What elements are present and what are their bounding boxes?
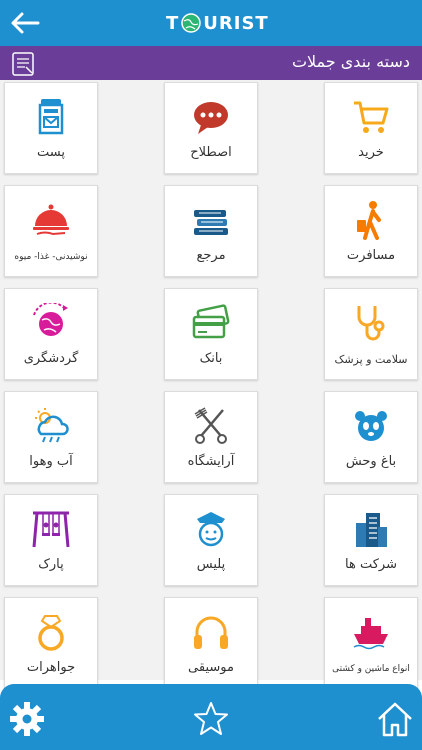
tile-vehicles[interactable]: انواع ماشین و کشتی bbox=[324, 597, 418, 689]
police-icon bbox=[197, 512, 225, 547]
globe-plane-icon bbox=[33, 303, 68, 336]
app-logo: T URIST bbox=[166, 10, 269, 36]
headphones-icon bbox=[194, 616, 228, 649]
tile-barber[interactable]: آرایشگاه bbox=[164, 391, 258, 483]
tile-label: مسافرت bbox=[346, 248, 396, 263]
buildings-icon bbox=[356, 513, 387, 547]
tile-label: گردشگری bbox=[23, 351, 79, 366]
food-cloche-icon bbox=[33, 204, 69, 236]
tile-label: مرجع bbox=[196, 248, 226, 263]
weather-icon bbox=[35, 408, 69, 443]
tile-label: خرید bbox=[358, 145, 384, 160]
mailbox-icon bbox=[38, 99, 64, 135]
tile-label: بانک bbox=[199, 351, 223, 366]
tile-weather[interactable]: آب وهوا bbox=[4, 391, 98, 483]
top-bar: T URIST bbox=[0, 0, 422, 46]
category-title: دسته بندی جملات bbox=[291, 52, 410, 71]
tile-travel[interactable]: مسافرت bbox=[324, 185, 418, 277]
traveler-icon bbox=[357, 201, 381, 240]
credit-card-icon bbox=[192, 304, 230, 339]
tile-post[interactable]: پست bbox=[4, 82, 98, 174]
tile-music[interactable]: موسیقی bbox=[164, 597, 258, 689]
settings-gear-icon[interactable] bbox=[8, 700, 46, 738]
tile-label: سلامت و پزشک bbox=[334, 353, 408, 366]
tile-reference[interactable]: مرجع bbox=[164, 185, 258, 277]
home-icon[interactable] bbox=[376, 700, 414, 738]
phrase-document-icon[interactable] bbox=[8, 51, 38, 77]
tile-bank[interactable]: بانک bbox=[164, 288, 258, 380]
bottom-nav-bar bbox=[0, 684, 422, 750]
tile-zoo[interactable]: باغ وحش bbox=[324, 391, 418, 483]
tile-label: پلیس bbox=[196, 557, 226, 572]
swing-icon bbox=[32, 511, 70, 548]
speech-bubble-icon bbox=[194, 102, 228, 134]
tile-label: جواهرات bbox=[26, 660, 76, 675]
category-bar: دسته بندی جملات bbox=[0, 46, 422, 80]
tile-police[interactable]: پلیس bbox=[164, 494, 258, 586]
tile-idioms[interactable]: اصطلاح bbox=[164, 82, 258, 174]
shopping-cart-icon bbox=[354, 101, 389, 133]
ship-icon bbox=[353, 618, 388, 650]
tile-label: پست bbox=[37, 145, 65, 160]
tile-health[interactable]: سلامت و پزشک bbox=[324, 288, 418, 380]
tile-shopping[interactable]: خرید bbox=[324, 82, 418, 174]
tile-label: موسیقی bbox=[188, 660, 234, 675]
logo-text-right: URIST bbox=[203, 12, 269, 34]
globe-icon bbox=[181, 13, 202, 33]
tile-food[interactable]: نوشیدنی- غذا- میوه bbox=[4, 185, 98, 277]
tile-park[interactable]: پارک bbox=[4, 494, 98, 586]
stethoscope-icon bbox=[357, 306, 385, 341]
tile-label: باغ وحش bbox=[345, 454, 397, 469]
favorites-star-icon[interactable] bbox=[192, 700, 230, 738]
tile-label: اصطلاح bbox=[190, 145, 232, 160]
scissors-comb-icon bbox=[194, 407, 227, 444]
tile-label: انواع ماشین و کشتی bbox=[332, 664, 410, 674]
books-icon bbox=[194, 210, 228, 235]
tile-label: پارک bbox=[38, 557, 64, 572]
tile-companies[interactable]: شرکت ها bbox=[324, 494, 418, 586]
category-grid: خرید اصطلاح پست مسافرت مرجع نوشیدنی- غذا… bbox=[0, 80, 422, 689]
tile-label: آب وهوا bbox=[29, 454, 73, 469]
tile-label: نوشیدنی- غذا- میوه bbox=[14, 252, 88, 262]
logo-text-left: T bbox=[166, 12, 180, 34]
tile-jewelry[interactable]: جواهرات bbox=[4, 597, 98, 689]
back-arrow-icon[interactable] bbox=[8, 8, 42, 38]
tile-label: آرایشگاه bbox=[187, 454, 235, 469]
tile-tourism[interactable]: گردشگری bbox=[4, 288, 98, 380]
ring-icon bbox=[38, 615, 64, 651]
tile-label: شرکت ها bbox=[345, 557, 397, 572]
panda-icon bbox=[355, 411, 387, 441]
